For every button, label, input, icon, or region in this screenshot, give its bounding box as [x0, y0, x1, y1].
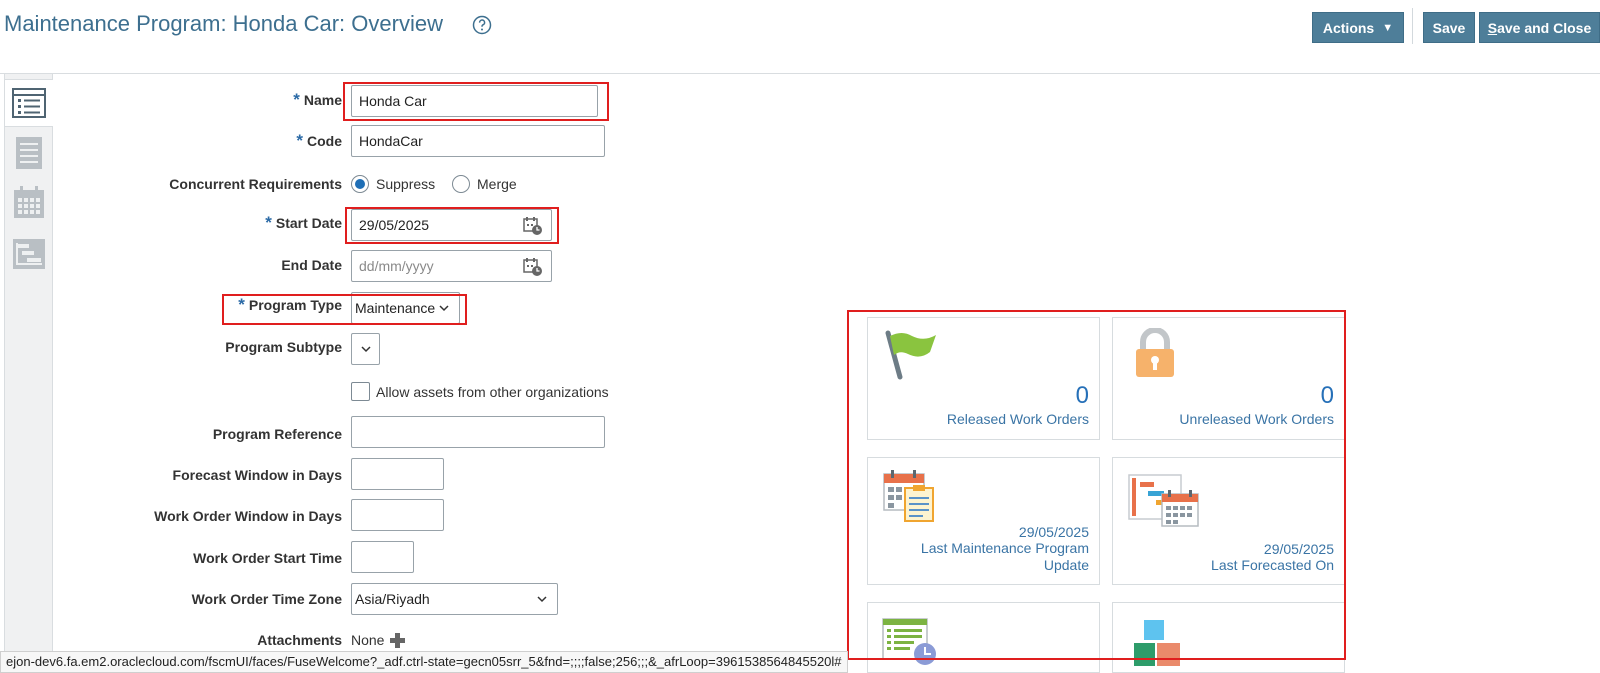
released-label[interactable]: Released Work Orders — [947, 411, 1089, 428]
forecast-window-field[interactable] — [351, 458, 444, 490]
save-label: Save — [1432, 19, 1466, 36]
program-type-value: Maintenance — [355, 300, 436, 316]
chevron-down-icon — [537, 596, 547, 603]
end-date-placeholder: dd/mm/yyyy — [359, 258, 434, 274]
end-date-field[interactable]: dd/mm/yyyy — [351, 250, 552, 282]
header-divider — [0, 73, 1600, 74]
calendar-picker-icon[interactable] — [523, 257, 543, 277]
add-attachment-icon[interactable] — [389, 632, 406, 649]
last-forecast-date: 29/05/2025 — [1263, 541, 1334, 557]
document-lines-icon[interactable] — [10, 134, 48, 172]
chevron-down-icon — [361, 346, 371, 353]
radio-selected-dot — [355, 179, 365, 189]
required-indicator: * — [296, 131, 303, 150]
concurrent-requirements-label: Concurrent Requirements — [169, 176, 342, 192]
padlock-icon — [1136, 328, 1174, 377]
merge-radio[interactable] — [452, 175, 470, 193]
colored-blocks-icon — [1134, 620, 1180, 666]
program-reference-field[interactable] — [351, 416, 605, 448]
required-indicator: * — [293, 90, 300, 109]
actions-menu-button[interactable]: Actions ▼ — [1312, 12, 1404, 43]
code-value: HondaCar — [359, 133, 423, 149]
work-order-time-zone-label: Work Order Time Zone — [191, 591, 342, 607]
start-date-field[interactable]: 29/05/2025 — [351, 209, 552, 241]
header-separator — [1412, 8, 1413, 44]
save-button[interactable]: Save — [1423, 12, 1475, 43]
calendar-icon[interactable] — [10, 184, 48, 222]
program-type-select[interactable]: Maintenance — [351, 292, 460, 324]
page-title: Maintenance Program: Honda Car: Overview — [4, 11, 443, 36]
last-forecast-label[interactable]: Last Forecasted On — [1211, 557, 1334, 574]
program-reference-label: Program Reference — [212, 426, 342, 442]
save-and-close-button[interactable]: Save and Close — [1479, 12, 1600, 43]
work-order-start-time-label: Work Order Start Time — [193, 550, 342, 566]
end-date-label: End Date — [281, 257, 342, 273]
name-label: * Name — [293, 90, 342, 109]
calendar-clipboard-icon — [883, 470, 934, 522]
suppress-radio[interactable] — [351, 175, 369, 193]
chevron-down-icon — [439, 305, 449, 312]
time-zone-value: Asia/Riyadh — [355, 591, 430, 607]
name-field[interactable]: Honda Car — [351, 85, 598, 117]
save-close-label: ave and Close — [1497, 19, 1592, 36]
caret-down-icon: ▼ — [1382, 21, 1394, 34]
list-detail-icon[interactable] — [10, 84, 48, 122]
merge-label: Merge — [477, 176, 517, 192]
program-subtype-label: Program Subtype — [225, 339, 342, 355]
attachments-label: Attachments — [257, 632, 342, 648]
calendar-picker-icon[interactable] — [523, 216, 543, 236]
work-order-window-label: Work Order Window in Days — [154, 508, 342, 524]
suppress-label: Suppress — [376, 176, 436, 192]
green-flag-icon — [885, 330, 936, 380]
start-date-label: * Start Date — [265, 213, 342, 232]
gantt-chart-icon[interactable] — [10, 235, 48, 273]
last-update-label-line2[interactable]: Update — [1044, 557, 1089, 574]
allow-assets-checkbox[interactable] — [351, 382, 370, 401]
work-order-time-zone-select[interactable]: Asia/Riyadh — [351, 583, 558, 615]
allow-assets-label: Allow assets from other organizations — [376, 384, 609, 400]
program-subtype-select[interactable] — [351, 333, 380, 365]
unreleased-count: 0 — [1320, 382, 1334, 409]
gantt-calendar-icon — [1128, 474, 1199, 527]
required-indicator: * — [265, 213, 272, 232]
name-value: Honda Car — [359, 93, 427, 109]
last-update-label-line1[interactable]: Last Maintenance Program — [921, 540, 1089, 557]
save-close-mnemonic: S — [1487, 19, 1498, 36]
work-order-start-time-field[interactable] — [351, 541, 414, 573]
unreleased-label[interactable]: Unreleased Work Orders — [1179, 411, 1334, 428]
attachments-value: None — [351, 632, 385, 648]
forecast-window-label: Forecast Window in Days — [172, 467, 342, 483]
released-count: 0 — [1075, 382, 1089, 409]
browser-status-url: ejon-dev6.fa.em2.oraclecloud.com/fscmUI/… — [0, 651, 848, 673]
required-indicator: * — [238, 295, 245, 314]
work-order-window-field[interactable] — [351, 499, 444, 531]
start-date-value: 29/05/2025 — [359, 217, 430, 233]
list-clock-icon — [882, 618, 936, 665]
program-type-label: * Program Type — [238, 295, 342, 314]
actions-label: Actions — [1322, 19, 1375, 36]
last-update-date: 29/05/2025 — [1018, 524, 1089, 540]
code-field[interactable]: HondaCar — [351, 125, 605, 157]
code-label: * Code — [296, 131, 342, 150]
help-icon[interactable] — [472, 15, 492, 35]
